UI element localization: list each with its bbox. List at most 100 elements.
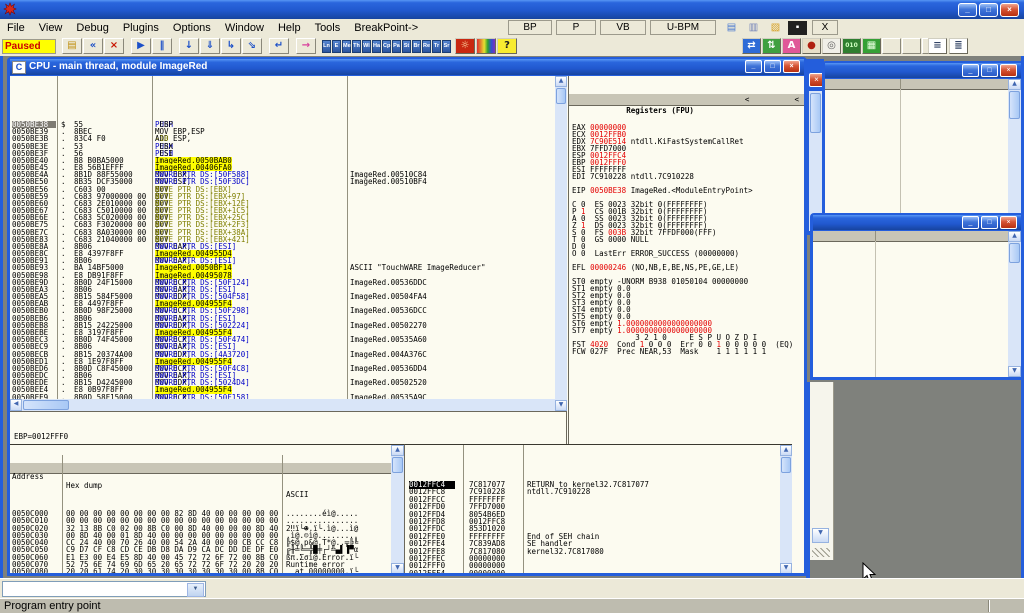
detail-list-icon[interactable]: ≣ xyxy=(949,38,968,54)
side-window-middle[interactable]: _ □ × ▲ ▼ xyxy=(810,213,1024,380)
menu-debug[interactable]: Debug xyxy=(69,20,115,36)
options-gear-icon[interactable]: ☼ xyxy=(455,38,475,54)
pane-button-tr[interactable]: Tr xyxy=(432,40,441,53)
console-icon[interactable]: ▪ xyxy=(788,21,807,35)
appearance-icon[interactable] xyxy=(476,38,496,54)
log-list-icon[interactable]: ≡ xyxy=(928,38,947,54)
hex-dump-pane[interactable]: Address Hex dump ASCII 0050C00000 00 00 … xyxy=(10,444,404,573)
menu-breakpoint[interactable]: BreakPoint-> xyxy=(347,20,425,36)
pane-button-ha[interactable]: Ha xyxy=(372,40,381,53)
close-icon[interactable]: × xyxy=(1000,216,1017,229)
register-line[interactable]: FCW 027F Prec NEAR,53 Mask 1 1 1 1 1 1 xyxy=(569,348,804,355)
menu-help[interactable]: Help xyxy=(271,20,308,36)
restart-button[interactable]: « xyxy=(83,38,103,54)
ascii-column-header[interactable]: ASCII xyxy=(286,490,309,499)
menu-close-button[interactable]: X xyxy=(812,20,838,35)
close-button[interactable]: × xyxy=(1000,3,1019,17)
menu-options[interactable]: Options xyxy=(166,20,218,36)
register-line[interactable]: EFL 00000246 (NO,NB,E,BE,NS,PE,GE,LE) xyxy=(569,264,804,271)
menu-plugins[interactable]: Plugins xyxy=(116,20,166,36)
command-input[interactable]: ▼ xyxy=(2,581,206,597)
pane-button-th[interactable]: Th xyxy=(352,40,361,53)
restore-button[interactable]: □ xyxy=(981,216,998,229)
side-window-middle-scrollbar[interactable]: ▲ ▼ xyxy=(1008,231,1021,377)
updown-arrows-icon[interactable]: ⇅ xyxy=(762,38,781,54)
cpu-titlebar[interactable]: CCPU - main thread, module ImageRed _ □ … xyxy=(10,59,804,75)
swap-arrows-icon[interactable]: ⇄ xyxy=(742,38,761,54)
stack-row[interactable]: 0012FFF400000000 xyxy=(405,570,792,573)
minimize-button[interactable]: _ xyxy=(745,60,762,73)
close-icon[interactable]: × xyxy=(783,60,800,73)
minimize-button[interactable]: _ xyxy=(962,216,979,229)
spiral-icon[interactable]: ◎ xyxy=(822,38,841,54)
binary-icon[interactable]: 010 xyxy=(842,38,861,54)
resize-grip[interactable] xyxy=(812,548,830,557)
side-window-middle-titlebar[interactable]: _ □ × xyxy=(813,215,1021,230)
scroll-down-icon[interactable]: ▼ xyxy=(812,528,829,543)
disasm-row[interactable]: 0050BE3B.83C4 F0ADD ESP,-10 xyxy=(10,135,555,142)
pane-button-re[interactable]: Re xyxy=(422,40,431,53)
column-header-row[interactable] xyxy=(813,231,1021,242)
pane-button-e[interactable]: E xyxy=(332,40,341,53)
assembler-icon[interactable]: A xyxy=(782,38,801,54)
pane-button-st[interactable]: St xyxy=(402,40,411,53)
register-line[interactable]: T 0 GS 0000 NULL xyxy=(569,236,804,243)
go-to-button[interactable]: → xyxy=(296,38,316,54)
blank-button[interactable] xyxy=(882,38,901,54)
notes-icon[interactable]: ▤ xyxy=(722,21,741,35)
window-grid-icon[interactable]: ▦ xyxy=(862,38,881,54)
disassembly-vscrollbar[interactable]: ▲ ▼ xyxy=(555,76,567,411)
dump-header-row[interactable]: Address Hex dump ASCII xyxy=(10,463,404,474)
menu-window[interactable]: Window xyxy=(218,20,271,36)
pause-button[interactable]: ‖ xyxy=(152,38,172,54)
run-button[interactable]: ▶ xyxy=(131,38,151,54)
menu-button-p[interactable]: P xyxy=(556,20,596,35)
register-line[interactable]: EIP 0050BE38 ImageRed.<ModuleEntryPoint> xyxy=(569,187,804,194)
close-icon[interactable]: × xyxy=(1000,64,1017,77)
restore-button[interactable]: □ xyxy=(979,3,998,17)
menu-button-bp[interactable]: BP xyxy=(508,20,552,35)
address-column-header[interactable]: Address xyxy=(12,472,44,481)
stack-vscrollbar[interactable]: ▲ ▼ xyxy=(780,445,792,573)
step-over-button[interactable]: ⇓ xyxy=(200,38,220,54)
pane-button-sr[interactable]: Sr xyxy=(442,40,451,53)
record-icon[interactable]: ● xyxy=(802,38,821,54)
stack-row[interactable]: 0012FFF000000000 xyxy=(405,562,792,569)
help-icon[interactable]: ? xyxy=(497,38,517,54)
disassembly-pane[interactable]: 0050BE38$55PUSH EBP0050BE39.8BECMOV EBP,… xyxy=(10,76,556,399)
pane-button-wi[interactable]: Wi xyxy=(362,40,371,53)
menu-view[interactable]: View xyxy=(32,20,70,36)
stack-row[interactable]: 0012FFD80012FFC8 xyxy=(405,518,792,525)
book-icon[interactable]: ▥ xyxy=(744,21,763,35)
pane-button-cp[interactable]: Cp xyxy=(382,40,391,53)
cpu-window[interactable]: CCPU - main thread, module ImageRed _ □ … xyxy=(7,57,807,576)
stack-row[interactable]: 0012FFC87C910228ntdll.7C910228 xyxy=(405,488,792,495)
stack-row[interactable]: 0012FFC47C817077RETURN to kernel32.7C817… xyxy=(405,481,792,488)
stack-row[interactable]: 0012FFE0FFFFFFFFEnd of SEH chain xyxy=(405,533,792,540)
open-file-button[interactable]: ▤ xyxy=(62,38,82,54)
column-header-row[interactable] xyxy=(825,79,1021,90)
execute-till-return-button[interactable]: ↵ xyxy=(269,38,289,54)
menu-button-vb[interactable]: VB xyxy=(600,20,646,35)
hexdump-column-header[interactable]: Hex dump xyxy=(66,481,102,490)
dump-row[interactable]: 0050C08020 20 61 74 20 30 30 30 30 30 30… xyxy=(10,568,404,573)
menu-button-ubpm[interactable]: U-BPM xyxy=(650,20,716,35)
menu-tools[interactable]: Tools xyxy=(308,20,348,36)
register-line[interactable]: EDI 7C910228 ntdll.7C910228 xyxy=(569,173,804,180)
minimize-button[interactable]: _ xyxy=(962,64,979,77)
pane-button-me[interactable]: Me xyxy=(342,40,351,53)
stack-row[interactable]: 0012FFCCFFFFFFFF xyxy=(405,496,792,503)
pane-button-pa[interactable]: Pa xyxy=(392,40,401,53)
stack-row[interactable]: 0012FFE87C817080kernel32.7C817080 xyxy=(405,548,792,555)
registers-header[interactable]: Registers (FPU) < < xyxy=(569,94,804,106)
stack-pane[interactable]: 0012FFC47C817077RETURN to kernel32.7C817… xyxy=(404,444,792,573)
restore-button[interactable]: □ xyxy=(981,64,998,77)
info-pane[interactable]: EBP=0012FFF0 xyxy=(10,411,567,444)
stack-row[interactable]: 0012FFD07FFD7000 xyxy=(405,503,792,510)
fragment-scrollbar[interactable] xyxy=(809,91,822,231)
folder-icon[interactable]: ▧ xyxy=(766,21,785,35)
minimize-button[interactable]: _ xyxy=(958,3,977,17)
stack-row[interactable]: 0012FFEC00000000 xyxy=(405,555,792,562)
restore-button[interactable]: □ xyxy=(764,60,781,73)
trace-over-button[interactable]: ⇘ xyxy=(242,38,262,54)
